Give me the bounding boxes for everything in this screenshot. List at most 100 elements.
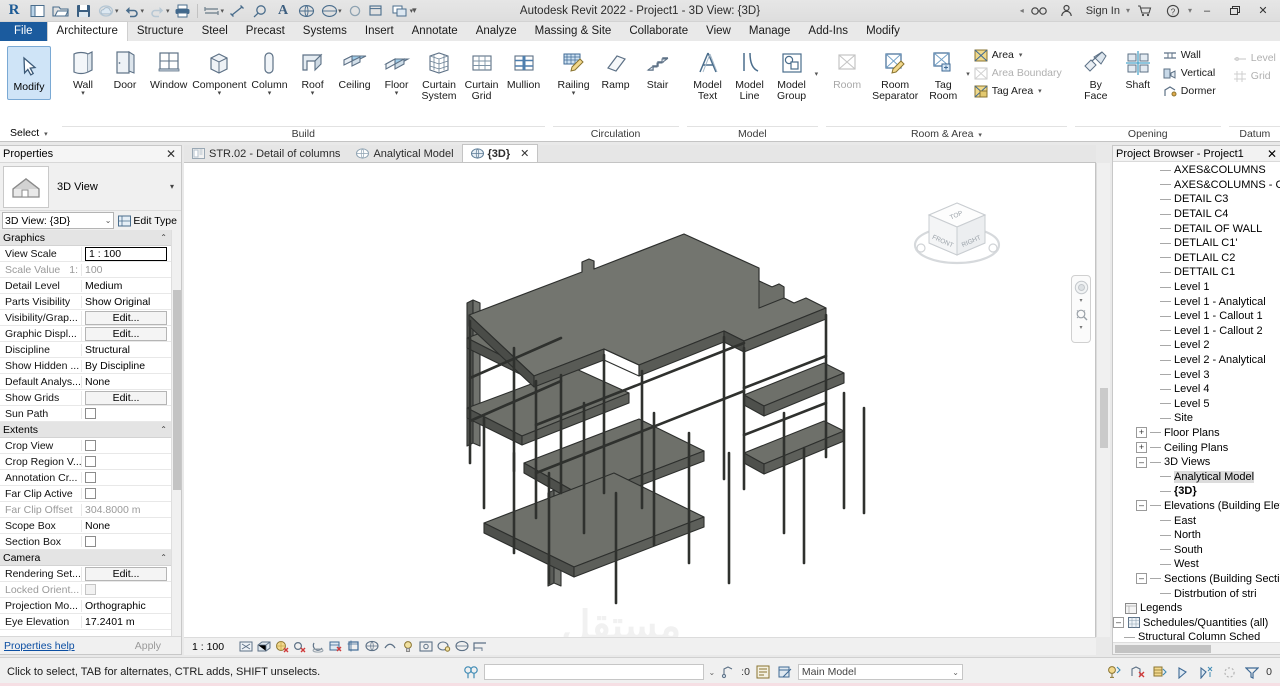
search-icon[interactable] [1026,1,1052,21]
ceiling-button[interactable]: Ceiling [334,44,376,94]
modify-button[interactable]: Modify [7,46,51,100]
minimize-button[interactable]: – [1194,1,1220,21]
wall-opening-button[interactable]: Wall [1159,46,1221,64]
tag-area-button[interactable]: Tag Area ▾ [970,82,1067,100]
property-value[interactable]: Structural [81,343,171,356]
curtain-system-button[interactable]: Curtain System [418,44,461,105]
section-box-checkbox[interactable] [85,536,96,547]
tree-node-west[interactable]: West [1113,557,1280,572]
tree-node[interactable]: Level 1 - Callout 1 [1113,309,1280,324]
crop-view-icon[interactable] [346,639,362,655]
canvas-vertical-scrollbar[interactable] [1096,163,1110,637]
tree-node[interactable]: Level 5 [1113,397,1280,412]
view-tab-3d[interactable]: {3D} ✕ [461,144,539,162]
properties-section-graphics[interactable]: Graphics ⌃ [0,230,171,246]
select-by-face-icon[interactable] [1220,664,1238,680]
print-icon[interactable] [172,1,194,21]
graphic-display-edit-button[interactable]: Edit... [85,326,167,341]
zoom-caret-icon[interactable]: ▾ [1079,324,1082,331]
tree-node[interactable]: Level 4 [1113,382,1280,397]
sun-path-checkbox[interactable] [85,408,96,419]
property-value[interactable]: None [81,375,171,388]
floor-dropdown-caret-icon[interactable]: ▾ [395,90,399,97]
model-group-dropdown-caret-icon[interactable]: ▾ [815,70,819,78]
property-value[interactable]: Orthographic [81,599,171,612]
property-row[interactable]: Show Grids Edit... [0,390,171,406]
crop-view-checkbox[interactable] [85,440,96,451]
ribbon-tab-architecture[interactable]: Architecture [46,21,128,41]
zoom-icon[interactable] [1073,306,1089,322]
column-button[interactable]: Column ▾ [247,44,291,100]
project-browser-tree[interactable]: AXES&COLUMNS AXES&COLUMNS - C… DETAIL C3… [1113,162,1280,642]
steering-wheel-caret-icon[interactable]: ▾ [1079,297,1082,304]
canvas-vertical-scrollbar-thumb[interactable] [1100,388,1108,448]
tree-node-east[interactable]: East [1113,513,1280,528]
press-and-drag-icon[interactable] [462,664,480,680]
selection-field-caret-icon[interactable]: ⌄ [708,668,715,677]
visibility-graphics-edit-button[interactable]: Edit... [85,310,167,325]
switch-windows-icon[interactable] [390,1,412,21]
default-3d-view-icon[interactable] [295,1,317,21]
open-project-icon[interactable] [49,1,71,21]
ribbon-tab-steel[interactable]: Steel [193,22,237,41]
3d-view-canvas[interactable]: TOP FRONT RIGHT ▾ ▾ مستقل mostaql.com [184,163,1096,637]
properties-section-extents[interactable]: Extents ⌃ [0,422,171,438]
design-options-selector-icon[interactable] [1105,664,1123,680]
workset-selector[interactable]: Main Model ⌄ [797,664,963,680]
column-dropdown-caret-icon[interactable]: ▾ [268,90,272,97]
ribbon-tab-insert[interactable]: Insert [356,22,403,41]
property-row[interactable]: Eye Elevation 17.2401 m [0,614,171,630]
help-icon[interactable]: ? [1160,1,1186,21]
view-cube[interactable]: TOP FRONT RIGHT [911,193,1003,275]
property-row[interactable]: View Scale 1 : 100 [0,246,171,262]
collapse-icon[interactable]: ⌃ [160,553,171,562]
select-dropdown-caret-icon[interactable]: ▾ [44,131,48,138]
tree-node-structural-column-schedule[interactable]: Structural Column Sched [1113,630,1280,642]
tree-node-3d[interactable]: {3D} [1113,484,1280,499]
rendering-dialog-icon[interactable] [328,639,344,655]
ribbon-tab-annotate[interactable]: Annotate [403,22,467,41]
editable-only-icon[interactable] [1151,664,1169,680]
property-row[interactable]: Graphic Displ... Edit... [0,326,171,342]
property-value[interactable]: Medium [81,279,171,292]
door-button[interactable]: Door [104,44,146,94]
property-row[interactable]: Default Analys... None [0,374,171,390]
tree-node[interactable]: DETLAIL C2 [1113,251,1280,266]
navigation-bar[interactable]: ▾ ▾ [1071,275,1091,343]
customize-qat-icon[interactable]: ▾ [412,5,417,16]
temporary-view-properties-icon[interactable] [436,639,452,655]
properties-section-camera[interactable]: Camera ⌃ [0,550,171,566]
close-button[interactable]: ✕ [1250,1,1276,21]
thin-lines-icon[interactable] [344,1,366,21]
reveal-hidden-elements-icon[interactable] [418,639,434,655]
tree-node-ceiling-plans[interactable]: + Ceiling Plans [1113,440,1280,455]
tree-node-floor-plans[interactable]: + Floor Plans [1113,426,1280,441]
show-crop-region-icon[interactable] [364,639,380,655]
property-value[interactable]: By Discipline [81,359,171,372]
tree-node[interactable]: Level 3 [1113,367,1280,382]
edit-type-button[interactable]: Edit Type [116,215,179,227]
collapse-icon[interactable]: ⌃ [160,233,171,242]
tree-node[interactable]: AXES&COLUMNS [1113,163,1280,178]
ribbon-tab-modify[interactable]: Modify [857,22,909,41]
store-icon[interactable] [1132,1,1158,21]
far-clip-active-checkbox[interactable] [85,488,96,499]
property-value[interactable] [81,536,171,547]
ribbon-tab-precast[interactable]: Precast [237,22,294,41]
tree-node[interactable]: DETLAIL C1' [1113,236,1280,251]
tree-node-analytical-model[interactable]: Analytical Model [1113,469,1280,484]
ramp-button[interactable]: Ramp [595,44,637,94]
save-icon[interactable] [72,1,94,21]
view-type-caret-icon[interactable]: ▾ [170,182,178,191]
tag-room-button[interactable]: Tag Room [922,44,964,105]
new-project-icon[interactable] [26,1,48,21]
property-value[interactable] [81,472,171,483]
help-caret-icon[interactable]: ▾ [1188,6,1192,15]
scale-icon[interactable] [238,639,254,655]
vertical-opening-button[interactable]: Vertical [1159,64,1221,82]
revit-logo-button[interactable]: R [3,1,25,21]
properties-help-link[interactable]: Properties help [4,640,75,652]
ribbon-tab-systems[interactable]: Systems [294,22,356,41]
filter-icon[interactable] [1243,664,1261,680]
property-row[interactable]: Crop View [0,438,171,454]
